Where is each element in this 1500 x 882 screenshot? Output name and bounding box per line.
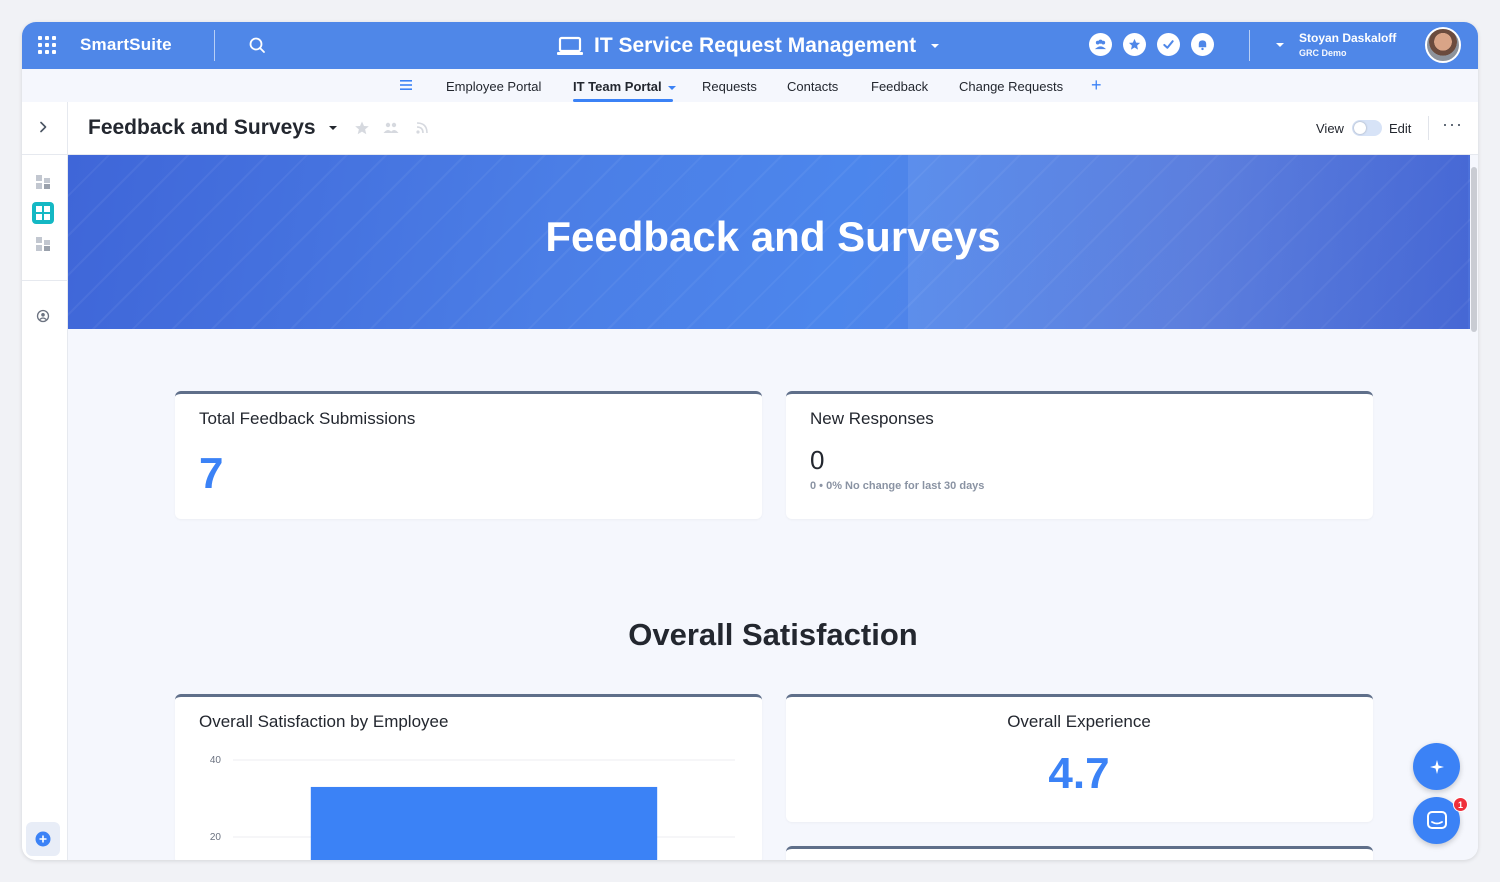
tab-label: IT Team Portal [573,79,662,94]
banner: Feedback and Surveys [68,155,1470,329]
user-menu-chevron-icon[interactable] [1275,41,1285,49]
overall-experience-card: Overall Experience 4.7 [786,694,1373,822]
tab-contacts[interactable]: Contacts [787,79,838,94]
card-title: Overall Experience [1007,712,1151,731]
dashboard-active-icon[interactable] [32,202,54,224]
card-title: Total Feedback Submissions [199,409,416,428]
topbar-divider [1249,30,1250,61]
ai-assistant-button[interactable] [1413,743,1460,790]
header-divider [1428,116,1429,140]
page-header: Feedback and Surveys View Edit ··· [68,102,1478,155]
card-title: New Responses [810,409,934,428]
view-edit-toggle[interactable] [1352,120,1382,136]
bar[interactable] [310,786,658,860]
topbar-divider [214,30,215,61]
chevron-down-icon [668,85,677,90]
sparkle-icon [1429,759,1444,774]
top-bar: SmartSuite IT Service Request Management [22,22,1478,69]
tasks-check-icon[interactable] [1157,33,1180,56]
rail-divider [22,280,68,281]
view-mode-label: View [1316,121,1344,136]
star-icon[interactable] [354,120,370,136]
chat-icon [1426,810,1447,829]
bar-chart: 2040 [210,755,735,860]
add-tab-button[interactable]: + [1091,75,1102,96]
apps-grid-icon[interactable] [38,36,56,54]
satisfaction-by-employee-card: Overall Satisfaction by Employee 20 40 [175,694,762,860]
new-responses-trend: 0 • 0% No change for last 30 days [810,480,985,492]
members-icon[interactable] [34,307,52,325]
plus-circle-icon [35,831,51,847]
y-tick-label: 20 [210,832,222,843]
tab-change-requests[interactable]: Change Requests [959,79,1063,94]
search-icon[interactable] [248,36,266,54]
new-responses-card: New Responses 0 0 • 0% No change for las… [786,391,1373,519]
next-card [786,846,1373,860]
chat-unread-badge: 1 [1453,797,1468,812]
brand-logo[interactable]: SmartSuite [80,35,172,55]
total-feedback-card: Total Feedback Submissions 7 [175,391,762,519]
expand-chevron-icon[interactable] [37,121,49,133]
solution-nav: Employee Portal IT Team Portal Requests … [22,69,1478,102]
y-tick-label: 40 [210,755,222,766]
laptop-icon [557,36,583,55]
top-actions [1089,33,1214,56]
app-window: SmartSuite IT Service Request Management [22,22,1478,860]
edit-mode-label: Edit [1389,121,1412,136]
avatar[interactable] [1425,27,1461,63]
tab-employee-portal[interactable]: Employee Portal [446,79,541,94]
banner-title: Feedback and Surveys [545,213,1001,260]
left-rail [22,102,68,860]
app-title: IT Service Request Management [594,34,917,57]
tab-requests[interactable]: Requests [702,79,757,94]
rss-feed-icon[interactable] [414,120,430,136]
tab-feedback[interactable]: Feedback [871,79,928,94]
app-switcher[interactable]: IT Service Request Management [556,32,940,60]
team-icon[interactable] [1089,33,1112,56]
share-members-icon[interactable] [383,120,399,136]
user-workspace: GRC Demo [1299,48,1347,58]
add-view-button[interactable] [26,822,60,856]
notifications-bell-icon[interactable] [1191,33,1214,56]
dashboard-icon[interactable] [34,235,52,253]
tab-it-team-portal[interactable]: IT Team Portal [573,79,677,94]
overall-experience-value: 4.7 [1048,749,1110,798]
menu-icon[interactable] [400,80,412,90]
rail-divider [22,154,68,155]
user-name[interactable]: Stoyan Daskaloff [1299,31,1396,45]
favorites-star-icon[interactable] [1123,33,1146,56]
new-responses-value: 0 [810,445,825,475]
total-feedback-value: 7 [199,449,224,498]
chevron-down-icon[interactable] [328,124,338,132]
chevron-down-icon [931,44,940,48]
section-title: Overall Satisfaction [628,617,918,652]
scrollbar-thumb[interactable] [1471,167,1477,332]
page-title[interactable]: Feedback and Surveys [88,116,316,140]
dashboard-icon[interactable] [34,173,52,191]
more-options-button[interactable]: ··· [1442,114,1463,135]
